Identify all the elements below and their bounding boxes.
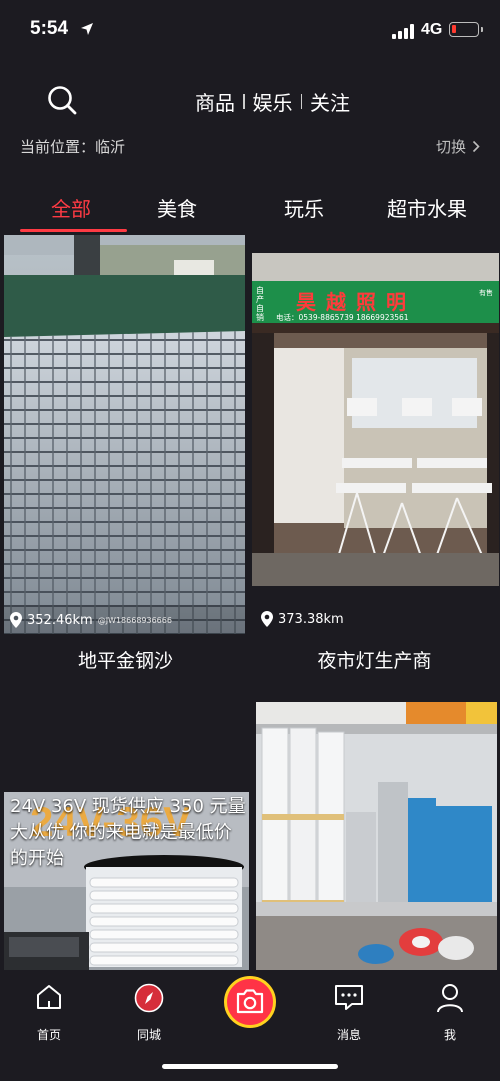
tab-nearby-label: 同城	[136, 1028, 161, 1042]
status-bar: 5:54 4G	[0, 0, 500, 62]
distance-text: 352.46km	[27, 612, 93, 628]
shop-sign-left: 自产自销	[256, 286, 264, 322]
category-tab-fun[interactable]: 玩乐	[284, 193, 324, 222]
battery-tip	[481, 27, 483, 32]
distance-text: 373.38km	[278, 611, 344, 627]
feed-card-title[interactable]: 夜市灯生产商	[252, 646, 497, 673]
tab-messages[interactable]: 消息	[319, 982, 379, 1042]
tab-me-label: 我	[443, 1028, 456, 1042]
tab-following[interactable]: 关注	[310, 87, 350, 116]
tab-messages-label: 消息	[336, 1028, 361, 1042]
shop-sign-phone: 电话：0539-8865739 18669923561	[276, 313, 409, 322]
compass-icon	[134, 983, 164, 1013]
switch-location-button[interactable]: 切换	[436, 136, 480, 157]
home-icon	[37, 985, 61, 1009]
location-arrow-icon	[81, 23, 93, 35]
shop-sign: 自产自销 昊越照明 有售 电话：0539-8865739 18669923561	[252, 282, 499, 324]
location-pin-icon	[10, 612, 22, 628]
shop-sign-right: 有售	[479, 289, 493, 297]
distance-badge: 352.46km @JW18668936666	[10, 612, 172, 628]
home-indicator	[162, 1064, 338, 1069]
active-tab-underline	[20, 229, 127, 232]
top-tabs: 商品 娱乐 关注	[195, 86, 350, 116]
promo-caption: 24V 36V 现货供应 350 元量大从优 你的来电就是最低价的开始	[10, 796, 246, 869]
network-label: 4G	[421, 21, 443, 38]
chevron-right-icon	[472, 140, 480, 153]
location-pin-icon	[261, 611, 273, 627]
watermark-text: @JW18668936666	[97, 615, 172, 625]
feed-card-image-4[interactable]	[256, 702, 497, 970]
tab-home[interactable]: 首页	[19, 982, 79, 1042]
battery-icon	[449, 22, 479, 37]
tab-nearby[interactable]: 同城	[119, 982, 179, 1042]
tab-entertainment[interactable]: 娱乐	[253, 87, 293, 116]
switch-label: 切换	[435, 138, 466, 156]
distance-badge: 373.38km	[261, 611, 344, 627]
tab-divider	[243, 93, 245, 109]
profile-icon	[437, 984, 463, 1013]
feed-card-title[interactable]: 地平金钢沙	[3, 646, 248, 673]
status-time: 5:54	[30, 18, 69, 39]
category-tab-food[interactable]: 美食	[157, 193, 197, 222]
category-tab-supermarket[interactable]: 超市水果	[387, 193, 467, 222]
tab-divider	[300, 93, 302, 109]
tab-goods[interactable]: 商品	[195, 87, 235, 116]
message-icon	[335, 985, 363, 1010]
camera-icon	[236, 989, 264, 1014]
current-location: 当前位置：临沂	[20, 138, 126, 156]
camera-button[interactable]	[224, 976, 276, 1028]
tab-me[interactable]: 我	[420, 982, 480, 1042]
tab-home-label: 首页	[36, 1028, 61, 1042]
search-icon[interactable]	[44, 82, 80, 118]
signal-icon	[392, 23, 416, 39]
feed-card-image-1[interactable]	[4, 235, 245, 634]
shop-sign-text: 昊越照明	[296, 290, 416, 314]
category-tab-all[interactable]: 全部	[51, 193, 91, 222]
